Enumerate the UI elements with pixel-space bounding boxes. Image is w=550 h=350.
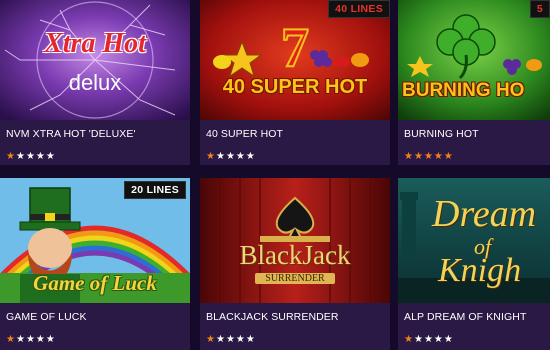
lines-badge: 5 xyxy=(529,0,550,18)
star-icon[interactable]: ★ xyxy=(216,152,225,162)
game-thumbnail[interactable]: Dream of Knigh xyxy=(398,178,550,303)
game-title[interactable]: GAME OF LUCK xyxy=(6,311,87,323)
star-icon[interactable]: ★ xyxy=(16,152,25,162)
game-logo: BURNING HO xyxy=(402,80,525,101)
star-icon[interactable]: ★ xyxy=(226,335,235,345)
star-icon[interactable]: ★ xyxy=(26,152,35,162)
star-icon[interactable]: ★ xyxy=(236,335,245,345)
star-icon[interactable]: ★ xyxy=(226,152,235,162)
game-logo: 40 SUPER HOT xyxy=(222,76,368,98)
game-card[interactable]: BlackJack SURRENDER BLACKJACK SURRENDER … xyxy=(200,178,390,350)
star-icon[interactable]: ★ xyxy=(6,335,15,345)
game-logo: Xtra Hot xyxy=(44,28,146,59)
svg-text:7: 7 xyxy=(281,17,309,79)
game-thumbnail[interactable]: BURNING HO 5 xyxy=(398,0,550,120)
super-hot-artwork: 7 xyxy=(200,0,390,120)
xtra-hot-artwork xyxy=(0,0,190,120)
game-caption: 40 SUPER HOT ★★★★★ xyxy=(200,120,390,165)
star-icon[interactable]: ★ xyxy=(444,152,453,162)
star-icon[interactable]: ★ xyxy=(414,152,423,162)
lines-badge: 20 LINES xyxy=(124,181,186,199)
game-logo-sub: SURRENDER xyxy=(255,273,335,284)
star-icon[interactable]: ★ xyxy=(424,152,433,162)
star-icon[interactable]: ★ xyxy=(36,152,45,162)
star-icon[interactable]: ★ xyxy=(16,335,25,345)
game-title[interactable]: 40 SUPER HOT xyxy=(206,128,283,140)
game-caption: GAME OF LUCK ★★★★★ xyxy=(0,303,190,350)
star-icon[interactable]: ★ xyxy=(404,335,413,345)
rating-stars: ★★★★★ xyxy=(404,146,454,162)
game-caption: BURNING HOT ★★★★★ xyxy=(398,120,550,165)
game-caption: NVM XTRA HOT 'DELUXE' ★★★★★ xyxy=(0,120,190,165)
star-icon[interactable]: ★ xyxy=(26,335,35,345)
star-icon[interactable]: ★ xyxy=(216,335,225,345)
game-thumbnail[interactable]: Xtra Hot delux xyxy=(0,0,190,120)
game-logo-sub: Knigh xyxy=(438,252,522,289)
game-title[interactable]: ALP DREAM OF KNIGHT xyxy=(404,311,526,323)
star-icon[interactable]: ★ xyxy=(246,335,255,345)
game-card[interactable]: Dream of Knigh ALP DREAM OF KNIGHT ★★★★★ xyxy=(398,178,550,350)
game-title[interactable]: BLACKJACK SURRENDER xyxy=(206,311,339,323)
game-caption: ALP DREAM OF KNIGHT ★★★★★ xyxy=(398,303,550,350)
rating-stars: ★★★★★ xyxy=(206,146,256,162)
star-icon[interactable]: ★ xyxy=(46,335,55,345)
star-icon[interactable]: ★ xyxy=(46,152,55,162)
game-title[interactable]: BURNING HOT xyxy=(404,128,479,140)
star-icon[interactable]: ★ xyxy=(236,152,245,162)
star-icon[interactable]: ★ xyxy=(6,152,15,162)
game-caption: BLACKJACK SURRENDER ★★★★★ xyxy=(200,303,390,350)
lines-badge: 40 LINES xyxy=(328,0,390,18)
game-card[interactable]: 7 40 SUPER HOT 40 LINES 40 SUPER HOT ★★★… xyxy=(200,0,390,165)
rating-stars: ★★★★★ xyxy=(206,329,256,345)
rating-stars: ★★★★★ xyxy=(6,329,56,345)
game-logo-sub: delux xyxy=(68,70,122,95)
game-grid: Xtra Hot delux NVM XTRA HOT 'DELUXE' ★★★… xyxy=(0,0,550,350)
star-icon[interactable]: ★ xyxy=(206,335,215,345)
game-card[interactable]: BURNING HO 5 BURNING HOT ★★★★★ xyxy=(398,0,550,165)
star-icon[interactable]: ★ xyxy=(434,152,443,162)
game-logo: BlackJack xyxy=(239,240,351,270)
game-thumbnail[interactable]: BlackJack SURRENDER xyxy=(200,178,390,303)
star-icon[interactable]: ★ xyxy=(424,335,433,345)
game-logo: Dream xyxy=(432,193,537,235)
star-icon[interactable]: ★ xyxy=(246,152,255,162)
game-thumbnail[interactable]: Game of Luck 20 LINES xyxy=(0,178,190,303)
star-icon[interactable]: ★ xyxy=(434,335,443,345)
game-thumbnail[interactable]: 7 40 SUPER HOT 40 LINES xyxy=(200,0,390,120)
game-logo: Game of Luck xyxy=(33,271,157,295)
game-card[interactable]: Xtra Hot delux NVM XTRA HOT 'DELUXE' ★★★… xyxy=(0,0,190,165)
rating-stars: ★★★★★ xyxy=(6,146,56,162)
game-title[interactable]: NVM XTRA HOT 'DELUXE' xyxy=(6,128,136,140)
rating-stars: ★★★★★ xyxy=(404,329,454,345)
burning-hot-artwork xyxy=(398,0,550,120)
star-icon[interactable]: ★ xyxy=(206,152,215,162)
star-icon[interactable]: ★ xyxy=(404,152,413,162)
star-icon[interactable]: ★ xyxy=(414,335,423,345)
star-icon[interactable]: ★ xyxy=(444,335,453,345)
star-icon[interactable]: ★ xyxy=(36,335,45,345)
game-card[interactable]: Game of Luck 20 LINES GAME OF LUCK ★★★★★ xyxy=(0,178,190,350)
